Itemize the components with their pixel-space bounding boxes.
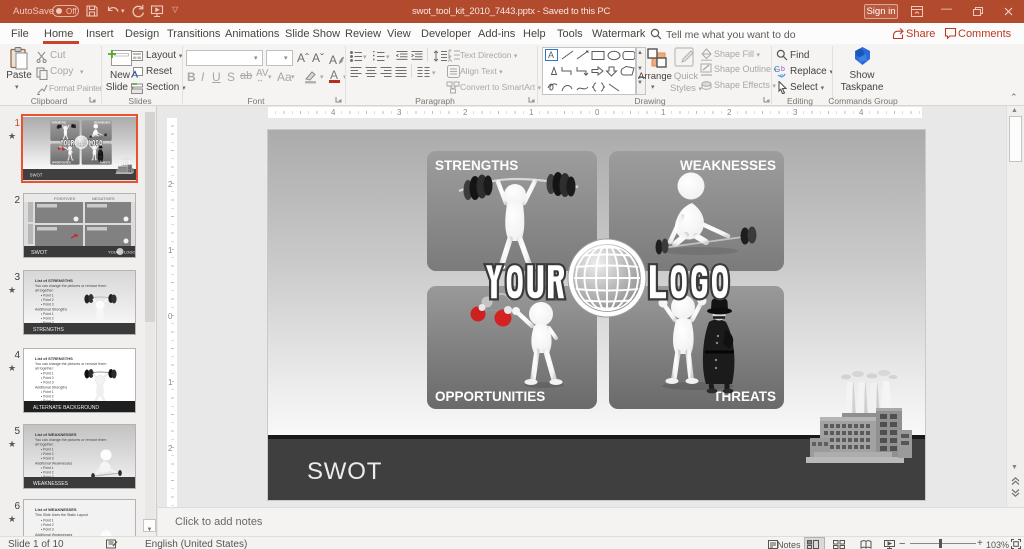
svg-text:This Slide Uses the Static Lay: This Slide Uses the Static Layout bbox=[35, 513, 88, 517]
svg-text:all together:: all together: bbox=[35, 367, 54, 371]
svg-text:all together:: all together: bbox=[35, 443, 54, 447]
svg-text:WEAKNESSES: WEAKNESSES bbox=[33, 481, 69, 487]
svg-text:• Point 1: • Point 1 bbox=[41, 372, 54, 376]
svg-text:• Point 1: • Point 1 bbox=[41, 466, 54, 470]
svg-text:• Point 1: • Point 1 bbox=[41, 312, 54, 316]
svg-text:SWOT: SWOT bbox=[31, 250, 48, 256]
svg-text:• Point 1: • Point 1 bbox=[41, 448, 54, 452]
svg-text:LOGO: LOGO bbox=[124, 250, 135, 255]
svg-text:You can change the pictures or: You can change the pictures or remove th… bbox=[35, 362, 106, 366]
svg-text:• Point 2: • Point 2 bbox=[41, 523, 54, 527]
svg-text:b: b bbox=[781, 66, 785, 73]
svg-text:List of STRENGTHS: List of STRENGTHS bbox=[35, 278, 73, 283]
svg-text:List of STRENGTHS: List of STRENGTHS bbox=[35, 356, 73, 361]
svg-text:• Point 1: • Point 1 bbox=[41, 294, 54, 298]
svg-text:• Point 3: • Point 3 bbox=[41, 381, 54, 385]
svg-text:Additional Strengths: Additional Strengths bbox=[35, 308, 67, 312]
svg-text:POSITIVES: POSITIVES bbox=[54, 196, 75, 201]
svg-text:ALTERNATE BACKGROUND: ALTERNATE BACKGROUND bbox=[33, 405, 99, 411]
svg-text:YOUR: YOUR bbox=[108, 250, 120, 255]
svg-text:You can change the pictures or: You can change the pictures or remove th… bbox=[35, 438, 106, 442]
svg-text:• Point 3: • Point 3 bbox=[41, 303, 54, 307]
svg-text:A: A bbox=[548, 50, 554, 60]
svg-text:Additional Strengths: Additional Strengths bbox=[35, 386, 67, 390]
svg-text:STRENGTHS: STRENGTHS bbox=[33, 327, 65, 333]
svg-text:• Point 1: • Point 1 bbox=[41, 519, 54, 523]
svg-text:• Point 3: • Point 3 bbox=[41, 528, 54, 532]
svg-text:• Point 2: • Point 2 bbox=[41, 452, 54, 456]
svg-text:NEGATIVES: NEGATIVES bbox=[92, 196, 115, 201]
svg-text:• Point 3: • Point 3 bbox=[41, 457, 54, 461]
svg-text:• Point 2: • Point 2 bbox=[41, 471, 54, 475]
svg-text:• Point 2: • Point 2 bbox=[41, 298, 54, 302]
svg-text:c: c bbox=[780, 74, 783, 79]
svg-text:• Point 2: • Point 2 bbox=[41, 376, 54, 380]
svg-text:List of WEAKNESSES: List of WEAKNESSES bbox=[35, 432, 77, 437]
svg-text:List of WEAKNESSES: List of WEAKNESSES bbox=[35, 507, 77, 512]
svg-text:Additional Weaknesses: Additional Weaknesses bbox=[35, 462, 72, 466]
svg-text:• Point 1: • Point 1 bbox=[41, 390, 54, 394]
svg-text:You can change the pictures or: You can change the pictures or remove th… bbox=[35, 284, 106, 288]
svg-text:• Point 2: • Point 2 bbox=[41, 395, 54, 399]
svg-text:all together:: all together: bbox=[35, 289, 54, 293]
svg-text:• Point 2: • Point 2 bbox=[41, 317, 54, 321]
